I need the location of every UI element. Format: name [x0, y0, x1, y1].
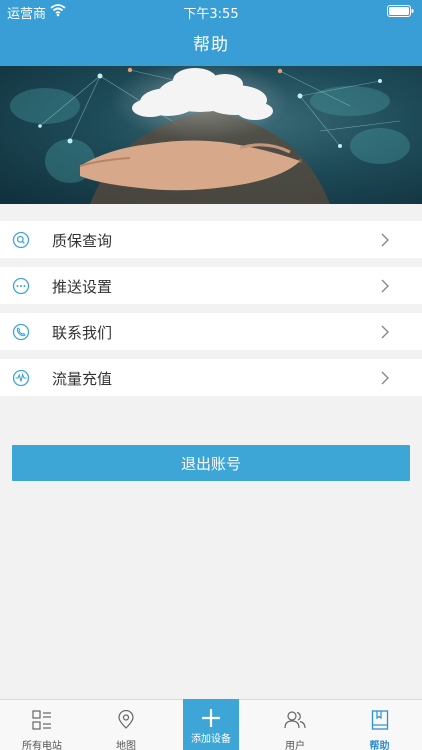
tab-label: 用户 [285, 741, 305, 750]
logout-button[interactable]: 退出账号 [12, 445, 410, 481]
chevron-right-icon [381, 371, 389, 385]
station-list-icon [32, 710, 51, 730]
tab-users[interactable]: 用户 [253, 700, 337, 750]
battery-icon [387, 5, 414, 17]
status-time: 下午3:55 [183, 7, 239, 22]
cloud-hand-banner [0, 66, 422, 204]
search-icon [12, 231, 30, 249]
tab-label: 添加设备 [191, 734, 231, 745]
users-icon [284, 711, 306, 729]
tab-all-stations[interactable]: 所有电站 [0, 700, 84, 750]
tab-map[interactable]: 地图 [84, 700, 168, 750]
tab-help[interactable]: 帮助 [337, 700, 422, 750]
banner-illustration [10, 66, 410, 204]
tab-label: 所有电站 [22, 741, 62, 750]
chevron-right-icon [381, 233, 389, 247]
menu-item-label: 流量充值 [52, 370, 113, 388]
tab-label: 帮助 [369, 741, 390, 750]
plus-icon [202, 709, 220, 727]
phone-icon [12, 323, 30, 341]
menu-item-contact-us[interactable]: 联系我们 [0, 313, 422, 350]
more-dots-icon [12, 277, 30, 295]
menu-item-label: 推送设置 [52, 278, 113, 296]
app-header: 运营商 下午3:55 帮助 [0, 0, 422, 66]
menu-item-label: 质保查询 [52, 232, 113, 250]
tab-label: 地图 [116, 741, 136, 750]
map-pin-icon [118, 710, 134, 729]
book-icon [371, 710, 388, 730]
signal-wave-icon [12, 369, 30, 387]
menu-item-push-settings[interactable]: 推送设置 [0, 267, 422, 304]
menu-item-data-topup[interactable]: 流量充值 [0, 359, 422, 396]
tab-add-device[interactable]: 添加设备 [183, 699, 239, 750]
status-bar: 运营商 下午3:55 [0, 0, 422, 22]
menu-item-warranty-query[interactable]: 质保查询 [0, 221, 422, 258]
page-title: 帮助 [193, 35, 229, 55]
chevron-right-icon [381, 279, 389, 293]
chevron-right-icon [381, 325, 389, 339]
menu-item-label: 联系我们 [52, 324, 113, 342]
